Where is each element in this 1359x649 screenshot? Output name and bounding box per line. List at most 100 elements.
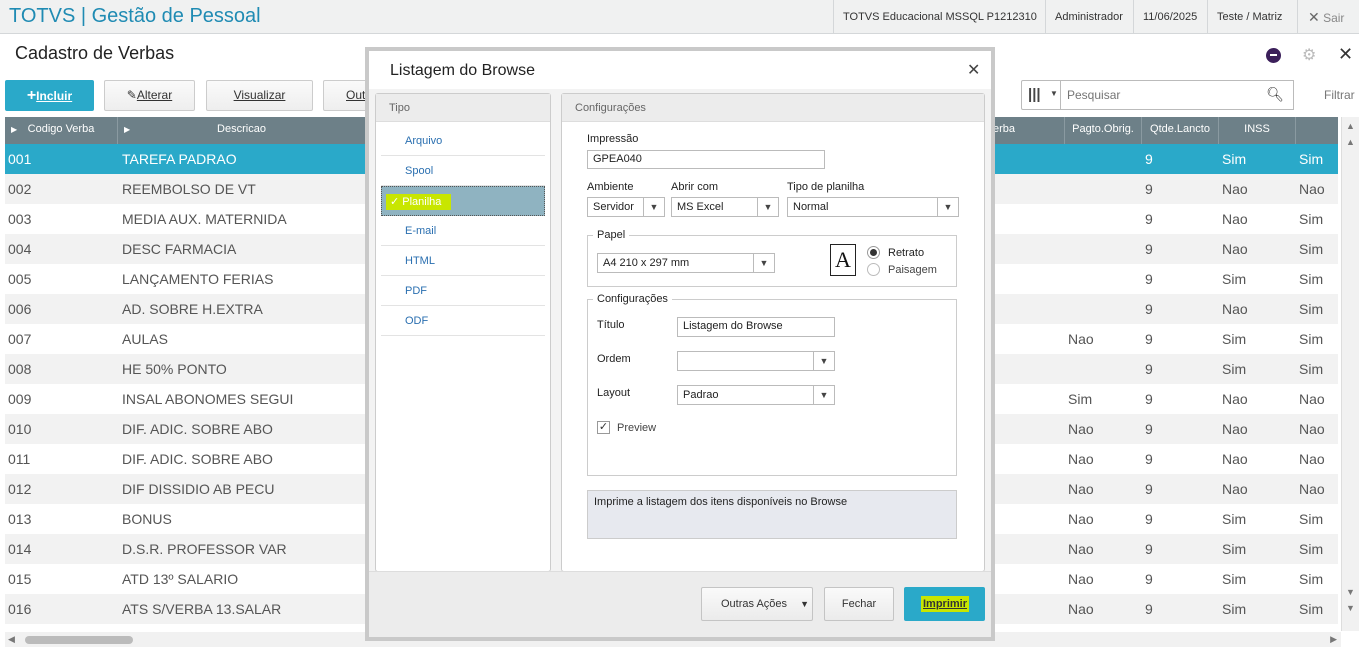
papel-select[interactable]: A4 210 x 297 mm ▼ [597, 253, 775, 273]
layout-label: Layout [597, 387, 631, 399]
cell-last: Sim [1299, 271, 1324, 287]
column-header-qtde[interactable]: Qtde.Lancto [1142, 117, 1219, 144]
cell-inss: Sim [1222, 151, 1247, 167]
print-button[interactable]: Imprimir [904, 587, 985, 621]
cell-inss: Nao [1222, 391, 1248, 407]
cell-pagto: Nao [1068, 481, 1094, 497]
cell-qtde: 9 [1145, 301, 1153, 317]
tipo-item-html[interactable]: HTML [381, 246, 545, 276]
column-header-description[interactable]: ▶ Descricao [118, 117, 366, 144]
cell-pagto: Nao [1068, 331, 1094, 347]
tipo-item-spool[interactable]: Spool [381, 156, 545, 186]
gear-icon[interactable]: ⚙ [1302, 45, 1316, 65]
scroll-down-icon[interactable]: ▼ [1346, 587, 1355, 597]
view-button[interactable]: Visualizar [206, 80, 313, 111]
cell-inss: Sim [1222, 331, 1247, 347]
user-avatar-icon[interactable] [1266, 48, 1281, 63]
cell-inss: Nao [1222, 451, 1248, 467]
include-button[interactable]: +Incluir [5, 80, 94, 111]
cell-code: 012 [8, 481, 32, 497]
cell-desc: MEDIA AUX. MATERNIDA [122, 211, 287, 227]
column-header-code[interactable]: ▶ Codigo Verba [5, 117, 118, 144]
cell-code: 014 [8, 541, 32, 557]
cell-desc: ATS S/VERBA 13.SALAR [122, 601, 282, 617]
vertical-scrollbar[interactable]: ▲ ▲ ▼ ▼ [1341, 117, 1359, 631]
edit-button[interactable]: ✎Alterar [104, 80, 195, 111]
cell-qtde: 9 [1145, 361, 1153, 377]
cell-inss: Nao [1222, 481, 1248, 497]
cell-last: Nao [1299, 421, 1325, 437]
tipo-item-pdf[interactable]: PDF [381, 276, 545, 306]
cell-desc: AULAS [122, 331, 168, 347]
tipo-item-email[interactable]: E-mail [381, 216, 545, 246]
layout-select[interactable]: Padrao ▼ [677, 385, 835, 405]
scroll-top-icon[interactable]: ▲ [1346, 121, 1355, 131]
cell-last: Sim [1299, 361, 1324, 377]
page-title: Cadastro de Verbas [15, 43, 175, 63]
tipo-planilha-select[interactable]: Normal ▼ [787, 197, 959, 217]
tipo-item-planilha[interactable]: ✓ Planilha [381, 186, 545, 216]
cell-qtde: 9 [1145, 481, 1153, 497]
cell-qtde: 9 [1145, 331, 1153, 347]
scroll-right-icon[interactable]: ▶ [1330, 634, 1337, 645]
scroll-up-icon[interactable]: ▲ [1346, 137, 1355, 147]
impressao-field[interactable]: GPEA040 [587, 150, 825, 169]
expand-icon: ▶ [124, 125, 131, 134]
titulo-field[interactable]: Listagem do Browse [677, 317, 835, 337]
column-header-verba[interactable]: erba [993, 117, 1065, 144]
abrir-com-select[interactable]: MS Excel ▼ [671, 197, 779, 217]
paisagem-radio[interactable] [867, 263, 880, 276]
tipo-item-planilha-label: Planilha [402, 196, 442, 208]
tipo-item-odf[interactable]: ODF [381, 306, 545, 336]
abrir-com-value: MS Excel [677, 201, 724, 213]
config-header: Configurações [562, 94, 984, 122]
horizontal-scroll-thumb[interactable] [25, 636, 133, 644]
cell-inss: Nao [1222, 301, 1248, 317]
cell-code: 002 [8, 181, 32, 197]
print-label: Imprimir [923, 598, 968, 610]
ordem-select[interactable]: ▼ [677, 351, 835, 371]
close-page-icon[interactable]: ✕ [1338, 44, 1353, 65]
config-legend: Configurações [593, 293, 672, 305]
scroll-left-icon[interactable]: ◀ [8, 634, 15, 645]
papel-value: A4 210 x 297 mm [603, 257, 690, 269]
column-header-pagto[interactable]: Pagto.Obrig. [1065, 117, 1142, 144]
cell-inss: Nao [1222, 181, 1248, 197]
ambiente-select[interactable]: Servidor ▼ [587, 197, 665, 217]
chevron-down-icon: ▼ [813, 386, 834, 404]
cell-last: Sim [1299, 211, 1324, 227]
cell-pagto: Nao [1068, 421, 1094, 437]
cell-qtde: 9 [1145, 601, 1153, 617]
search-icon[interactable]: 🔍︎ [1266, 86, 1284, 103]
tipo-item-arquivo[interactable]: Arquivo [381, 126, 545, 156]
cell-desc: HE 50% PONTO [122, 361, 227, 377]
other-actions-toolbar-button[interactable]: Out [323, 80, 368, 111]
close-button[interactable]: Fechar [824, 587, 894, 621]
exit-button[interactable]: ✕ Sair [1297, 0, 1344, 34]
cell-code: 001 [8, 151, 32, 167]
chevron-down-icon: ▼ [757, 198, 778, 216]
cell-inss: Sim [1222, 541, 1247, 557]
app-title: TOTVS | Gestão de Pessoal [9, 5, 261, 27]
scroll-bottom-icon[interactable]: ▼ [1346, 603, 1355, 613]
search-input[interactable] [1067, 88, 1257, 102]
search-box[interactable]: 🔍︎ [1061, 80, 1294, 110]
retrato-radio[interactable] [867, 246, 880, 259]
cell-desc: BONUS [122, 511, 172, 527]
cell-desc: INSAL ABONOMES SEGUI [122, 391, 294, 407]
user-label[interactable]: Administrador [1045, 0, 1132, 34]
date-label[interactable]: 11/06/2025 [1133, 0, 1206, 34]
cell-code: 003 [8, 211, 32, 227]
branch-label[interactable]: Teste / Matriz [1207, 0, 1291, 34]
other-actions-button[interactable]: Outras Ações ▼ [701, 587, 813, 621]
column-header-description-label: Descricao [217, 123, 266, 135]
columns-toggle-button[interactable]: ||| ▼ [1021, 80, 1061, 110]
cell-desc: DIF. ADIC. SOBRE ABO [122, 451, 273, 467]
column-header-inss[interactable]: INSS [1219, 117, 1296, 144]
cell-pagto: Sim [1068, 391, 1093, 407]
preview-checkbox[interactable]: ✓ [597, 421, 610, 434]
filter-link[interactable]: Filtrar [1324, 88, 1355, 102]
dialog-close-icon[interactable]: ✕ [967, 60, 980, 80]
cell-last: Nao [1299, 481, 1325, 497]
portrait-page-icon: A [830, 244, 856, 276]
